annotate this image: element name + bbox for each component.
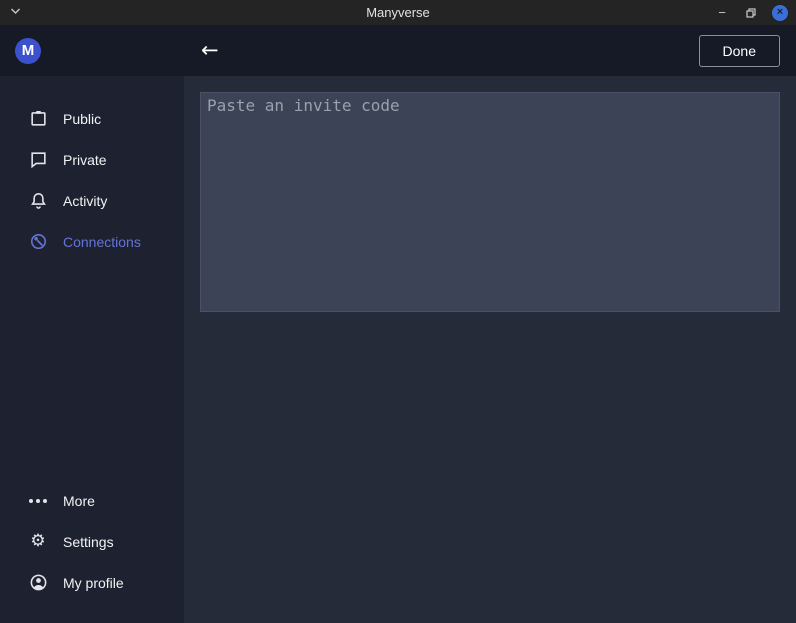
- sidebar-item-label: Activity: [63, 193, 107, 209]
- sidebar-item-label: My profile: [63, 575, 124, 591]
- sidebar-spacer: [0, 262, 184, 480]
- sidebar-item-activity[interactable]: Activity: [0, 180, 184, 221]
- gear-icon: ⚙: [28, 532, 48, 552]
- manyverse-logo: M: [15, 38, 41, 64]
- sidebar-item-my-profile[interactable]: My profile: [0, 562, 184, 603]
- window-title: Manyverse: [0, 5, 796, 20]
- sidebar-item-label: Private: [63, 152, 107, 168]
- profile-icon: [28, 573, 48, 593]
- app-header: M ← Done: [0, 25, 796, 76]
- more-dots-icon: [28, 491, 48, 511]
- private-icon: [28, 150, 48, 170]
- back-button[interactable]: ←: [201, 40, 219, 61]
- activity-bell-icon: [28, 191, 48, 211]
- main-content: [184, 76, 796, 623]
- public-icon: [28, 109, 48, 129]
- sidebar-item-label: Settings: [63, 534, 114, 550]
- invite-code-input[interactable]: [200, 92, 780, 312]
- sidebar-item-private[interactable]: Private: [0, 139, 184, 180]
- sidebar-item-public[interactable]: Public: [0, 98, 184, 139]
- sidebar-item-connections[interactable]: Connections: [0, 221, 184, 262]
- minimize-button[interactable]: −: [714, 5, 730, 21]
- sidebar-item-settings[interactable]: ⚙ Settings: [0, 521, 184, 562]
- done-button[interactable]: Done: [699, 35, 780, 67]
- window-menu-chevron-icon[interactable]: [10, 7, 21, 15]
- connections-icon: [28, 232, 48, 252]
- sidebar-item-label: Public: [63, 111, 101, 127]
- sidebar-item-label: More: [63, 493, 95, 509]
- window-titlebar: Manyverse − ×: [0, 0, 796, 25]
- restore-button[interactable]: [743, 5, 759, 21]
- sidebar-item-label: Connections: [63, 234, 141, 250]
- close-button[interactable]: ×: [772, 5, 788, 21]
- sidebar-item-more[interactable]: More: [0, 480, 184, 521]
- restore-icon: [746, 8, 756, 18]
- sidebar: Public Private Activity: [0, 76, 184, 623]
